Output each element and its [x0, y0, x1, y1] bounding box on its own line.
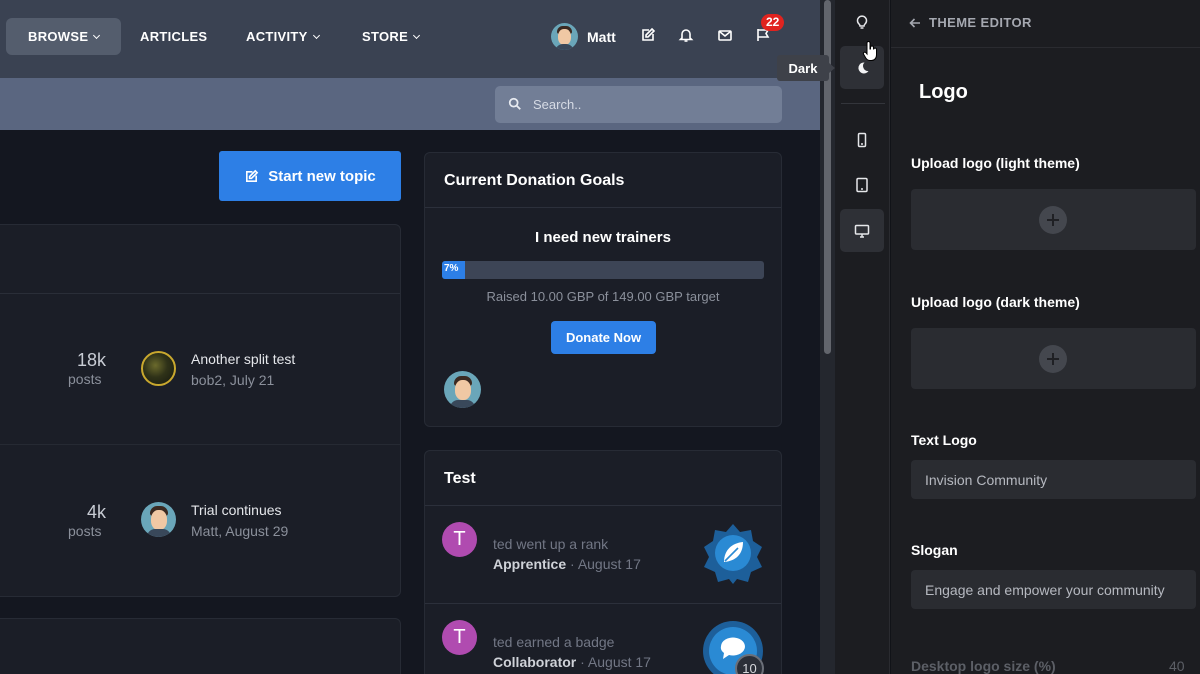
- app-window: BROWSE ARTICLES ACTIVITY STORE Matt 22 S…: [0, 0, 1200, 674]
- activity-detail: Collaborator · August 17: [493, 654, 651, 670]
- donor-avatar[interactable]: [444, 371, 481, 408]
- forum-post-count: 4k: [86, 502, 106, 522]
- search-icon: [508, 97, 521, 110]
- lightbulb-button[interactable]: [840, 0, 884, 43]
- forum-post-count-label: posts: [68, 371, 102, 387]
- nav-browse[interactable]: BROWSE: [6, 18, 122, 55]
- divider: [425, 207, 781, 208]
- nav-activity[interactable]: ACTIVITY: [246, 18, 320, 55]
- last-post-title[interactable]: Another split test: [191, 351, 295, 367]
- notification-badge: 22: [761, 14, 785, 31]
- chevron-down-icon: [413, 31, 421, 40]
- desktop-logo-size-value[interactable]: 40: [1169, 658, 1185, 674]
- raised-text: Raised 10.00 GBP of 149.00 GBP target: [486, 289, 720, 304]
- forum-post-count-label: posts: [68, 523, 102, 539]
- user-name: Matt: [587, 28, 616, 45]
- start-new-topic-label: Start new topic: [268, 167, 376, 185]
- search-input[interactable]: [533, 86, 773, 123]
- nav-activity-label: ACTIVITY: [246, 29, 308, 44]
- divider: [0, 293, 400, 294]
- widget-title: Current Donation Goals: [444, 172, 625, 189]
- last-post-meta: Matt, August 29: [191, 523, 289, 539]
- activity-date: August 17: [587, 654, 651, 670]
- scrollbar-thumb[interactable]: [824, 0, 831, 354]
- avatar[interactable]: [141, 351, 176, 386]
- text-logo-label: Text Logo: [911, 432, 977, 448]
- separator: ·: [580, 654, 585, 670]
- chevron-down-icon: [93, 31, 101, 40]
- search-box[interactable]: [495, 86, 782, 123]
- divider: [425, 505, 781, 506]
- divider: [841, 103, 885, 104]
- lightbulb-icon: [856, 14, 868, 29]
- avatar: [551, 23, 578, 50]
- plus-icon: [1039, 206, 1067, 234]
- nav-store-label: STORE: [362, 29, 409, 44]
- arrow-left-icon: [909, 17, 920, 28]
- mobile-view-button[interactable]: [840, 118, 884, 161]
- activity-date: August 17: [577, 556, 641, 572]
- panel-header: THEME EDITOR: [891, 0, 1200, 48]
- start-new-topic-button[interactable]: Start new topic: [219, 151, 401, 201]
- tooltip: Dark: [777, 55, 835, 81]
- donate-now-button[interactable]: Donate Now: [551, 321, 656, 354]
- text-logo-input[interactable]: [911, 460, 1196, 499]
- theme-editor-back-button[interactable]: THEME EDITOR: [909, 15, 1032, 30]
- phone-icon: [857, 132, 867, 147]
- plus-icon: [1039, 345, 1067, 373]
- back-label: THEME EDITOR: [929, 15, 1032, 30]
- donation-goals-widget: Current Donation Goals I need new traine…: [424, 152, 782, 427]
- upload-light-label: Upload logo (light theme): [911, 155, 1080, 171]
- nav-browse-label: BROWSE: [28, 29, 89, 44]
- user-menu[interactable]: Matt: [551, 23, 616, 50]
- activity-text: ted earned a badge: [493, 634, 615, 650]
- desktop-logo-size-label: Desktop logo size (%): [911, 658, 1056, 674]
- tablet-icon: [856, 177, 868, 192]
- chevron-down-icon: [312, 31, 320, 40]
- slogan-input[interactable]: [911, 570, 1196, 609]
- mail-icon[interactable]: [717, 27, 733, 43]
- editor-rail: [835, 0, 890, 674]
- goal-name: I need new trainers: [535, 229, 671, 246]
- last-post-meta: bob2, July 21: [191, 372, 275, 388]
- upload-logo-dark-dropzone[interactable]: [911, 328, 1196, 389]
- nav-articles-label: ARTICLES: [140, 29, 208, 44]
- avatar[interactable]: [141, 502, 176, 537]
- activity-target[interactable]: Collaborator: [493, 654, 576, 670]
- top-navigation: BROWSE ARTICLES ACTIVITY STORE Matt 22: [0, 0, 820, 78]
- desktop-view-button[interactable]: [840, 209, 884, 252]
- nav-store[interactable]: STORE: [362, 18, 421, 55]
- avatar[interactable]: T: [442, 620, 477, 655]
- activity-target[interactable]: Apprentice: [493, 556, 566, 572]
- forum-post-count: 18k: [76, 350, 106, 370]
- nav-articles[interactable]: ARTICLES: [140, 18, 207, 55]
- activity-text: ted went up a rank: [493, 536, 609, 552]
- slogan-label: Slogan: [911, 542, 958, 558]
- bell-icon[interactable]: [678, 27, 694, 43]
- last-post-title[interactable]: Trial continues: [191, 502, 282, 518]
- avatar[interactable]: T: [442, 522, 477, 557]
- forum-list-card: [0, 224, 401, 597]
- tablet-view-button[interactable]: [840, 163, 884, 206]
- upload-dark-label: Upload logo (dark theme): [911, 294, 1080, 310]
- edit-icon: [246, 169, 259, 182]
- divider: [0, 444, 400, 445]
- separator: ·: [570, 556, 575, 572]
- activity-detail: Apprentice · August 17: [493, 556, 641, 572]
- leaf-rank-badge-icon: [704, 524, 762, 584]
- progress-text: 7%: [444, 263, 459, 274]
- theme-editor-panel: THEME EDITOR Logo Upload logo (light the…: [891, 0, 1200, 674]
- hand-cursor-icon: [862, 41, 877, 61]
- divider: [425, 603, 781, 604]
- widget-title: Test: [444, 470, 476, 487]
- goal-progress-bar: 7%: [442, 261, 764, 279]
- desktop-icon: [854, 224, 870, 238]
- upload-logo-light-dropzone[interactable]: [911, 189, 1196, 250]
- section-title: Logo: [919, 81, 968, 103]
- forum-list-card: [0, 618, 401, 674]
- edit-icon[interactable]: [640, 27, 656, 43]
